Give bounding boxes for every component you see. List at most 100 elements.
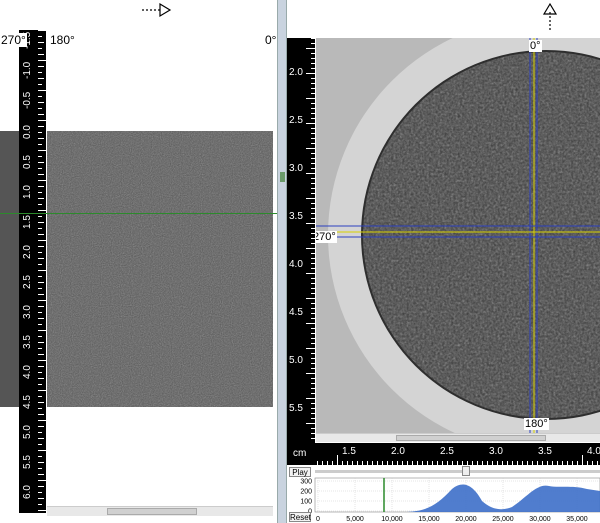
right-ruler-tick — [311, 353, 315, 354]
left-ruler-tick — [38, 432, 42, 433]
bottom-ruler-label: 4.0 — [587, 446, 600, 457]
right-angle-180-label: 180° — [524, 418, 549, 430]
left-ruler-tick — [38, 438, 44, 439]
right-ruler-tick — [311, 408, 315, 409]
left-ruler-tick — [38, 66, 44, 67]
left-ruler-tick — [38, 498, 44, 499]
right-ruler-tick — [311, 213, 315, 214]
left-ruler-tick — [38, 186, 44, 187]
cross-section-image[interactable]: 0° 270° 180° — [316, 38, 600, 433]
left-scroll-thumb[interactable] — [107, 508, 197, 515]
left-ruler-tick — [38, 96, 42, 97]
left-angle-0-label: 0° — [264, 33, 277, 47]
bottom-ruler-label: 3.0 — [489, 446, 503, 457]
right-ruler-tick — [311, 438, 315, 439]
left-ruler-tick — [38, 192, 42, 193]
left-angle-270-label: 270° — [0, 33, 27, 47]
left-ruler-tick — [38, 294, 44, 295]
left-ruler-tick — [38, 72, 42, 73]
left-ruler-tick — [38, 384, 42, 385]
right-ruler-tick — [306, 148, 315, 149]
right-ruler-tick — [311, 58, 315, 59]
left-ruler-tick — [38, 54, 44, 55]
right-ruler-tick — [311, 263, 315, 264]
right-ruler-label: 3.5 — [289, 211, 303, 222]
left-ruler-tick — [38, 342, 44, 343]
right-ruler-tick — [311, 83, 315, 84]
ruler-unit-label: cm — [293, 448, 307, 459]
left-ruler-label: 0.5 — [22, 155, 33, 169]
left-vertical-ruler: -1.5 -1.0 -0.5 0.0 0.5 1.0 1.5 2.0 2.5 3.0 3.5 4.0 4… — [19, 30, 46, 513]
dashed-arrow-right-icon[interactable] — [140, 2, 172, 18]
left-ruler-tick — [38, 156, 42, 157]
left-ruler-label: 3.5 — [22, 335, 33, 349]
right-ruler-tick — [306, 198, 315, 199]
right-ruler-tick — [311, 53, 315, 54]
right-ruler-tick — [311, 88, 315, 89]
left-ruler-label: 0.0 — [22, 125, 33, 139]
right-ruler-label: 5.5 — [289, 403, 303, 414]
right-ruler-tick — [311, 228, 315, 229]
right-ruler-tick — [311, 243, 315, 244]
left-ruler-label: 2.5 — [22, 275, 33, 289]
histogram-plot[interactable]: 300 200 100 0 0 5,000 10,000 15,000 20,000 25,00… — [287, 477, 600, 523]
right-ruler-tick — [311, 158, 315, 159]
left-ruler-tick — [38, 390, 46, 391]
right-ruler-tick — [311, 333, 315, 334]
reset-button[interactable]: Reset — [289, 512, 311, 522]
right-ruler-tick — [311, 258, 315, 259]
right-ruler-tick — [311, 103, 315, 104]
right-ruler-tick — [311, 133, 315, 134]
left-ruler-label: 3.0 — [22, 305, 33, 319]
left-ruler-label: 2.0 — [22, 245, 33, 259]
right-ruler-tick — [306, 373, 315, 374]
right-horizontal-scrollbar[interactable] — [316, 433, 600, 442]
left-ruler-tick — [38, 354, 44, 355]
left-ruler-label: -1.0 — [22, 61, 33, 79]
dashed-arrow-up-icon[interactable] — [542, 2, 558, 34]
histogram-x-label: 15,000 — [418, 516, 440, 523]
panel-splitter[interactable] — [277, 0, 287, 523]
left-ruler-tick — [38, 264, 42, 265]
unrolled-texture — [47, 131, 273, 407]
bottom-ruler-label: 3.5 — [538, 446, 552, 457]
left-ruler-tick — [38, 102, 44, 103]
cross-section-panel: 2.0 2.5 3.0 3.5 4.0 4.5 5.0 5.5 0° 270° … — [287, 0, 600, 523]
unrolled-core-image[interactable] — [47, 131, 273, 407]
right-ruler-tick — [306, 423, 315, 424]
left-ruler-tick — [38, 474, 44, 475]
left-ruler-tick — [38, 504, 42, 505]
right-ruler-tick — [311, 118, 315, 119]
left-ruler-tick — [38, 312, 42, 313]
left-ruler-tick — [38, 48, 42, 49]
play-button[interactable]: Play — [289, 467, 311, 477]
left-ruler-tick — [38, 444, 42, 445]
right-ruler-tick — [311, 163, 315, 164]
right-ruler-tick — [311, 313, 315, 314]
right-ruler-tick — [306, 48, 315, 49]
histogram-y-label: 100 — [300, 499, 312, 506]
histogram-x-label: 5,000 — [346, 516, 364, 523]
left-ruler-tick — [38, 360, 46, 361]
right-ruler-tick — [311, 218, 315, 219]
right-ruler-tick — [311, 138, 315, 139]
bottom-ruler-label: 2.0 — [391, 446, 405, 457]
left-ruler-tick — [38, 126, 44, 127]
left-ruler-tick — [38, 510, 46, 511]
left-ruler-tick — [38, 378, 44, 379]
left-ruler-tick — [38, 402, 44, 403]
left-ruler-tick — [38, 306, 44, 307]
right-ruler-tick — [311, 343, 315, 344]
right-ruler-tick — [306, 398, 315, 399]
right-ruler-tick — [306, 123, 315, 124]
right-ruler-tick — [311, 113, 315, 114]
right-scroll-thumb[interactable] — [396, 435, 546, 441]
left-horizontal-scrollbar[interactable] — [47, 506, 273, 516]
splitter-grip[interactable] — [280, 172, 285, 182]
left-position-line[interactable] — [0, 213, 277, 214]
right-ruler-tick — [311, 428, 315, 429]
histogram-slider-thumb[interactable] — [462, 466, 470, 476]
histogram-slider-track[interactable] — [315, 470, 600, 473]
left-ruler-label: 5.5 — [22, 455, 33, 469]
bottom-ruler-label: 2.5 — [440, 446, 454, 457]
